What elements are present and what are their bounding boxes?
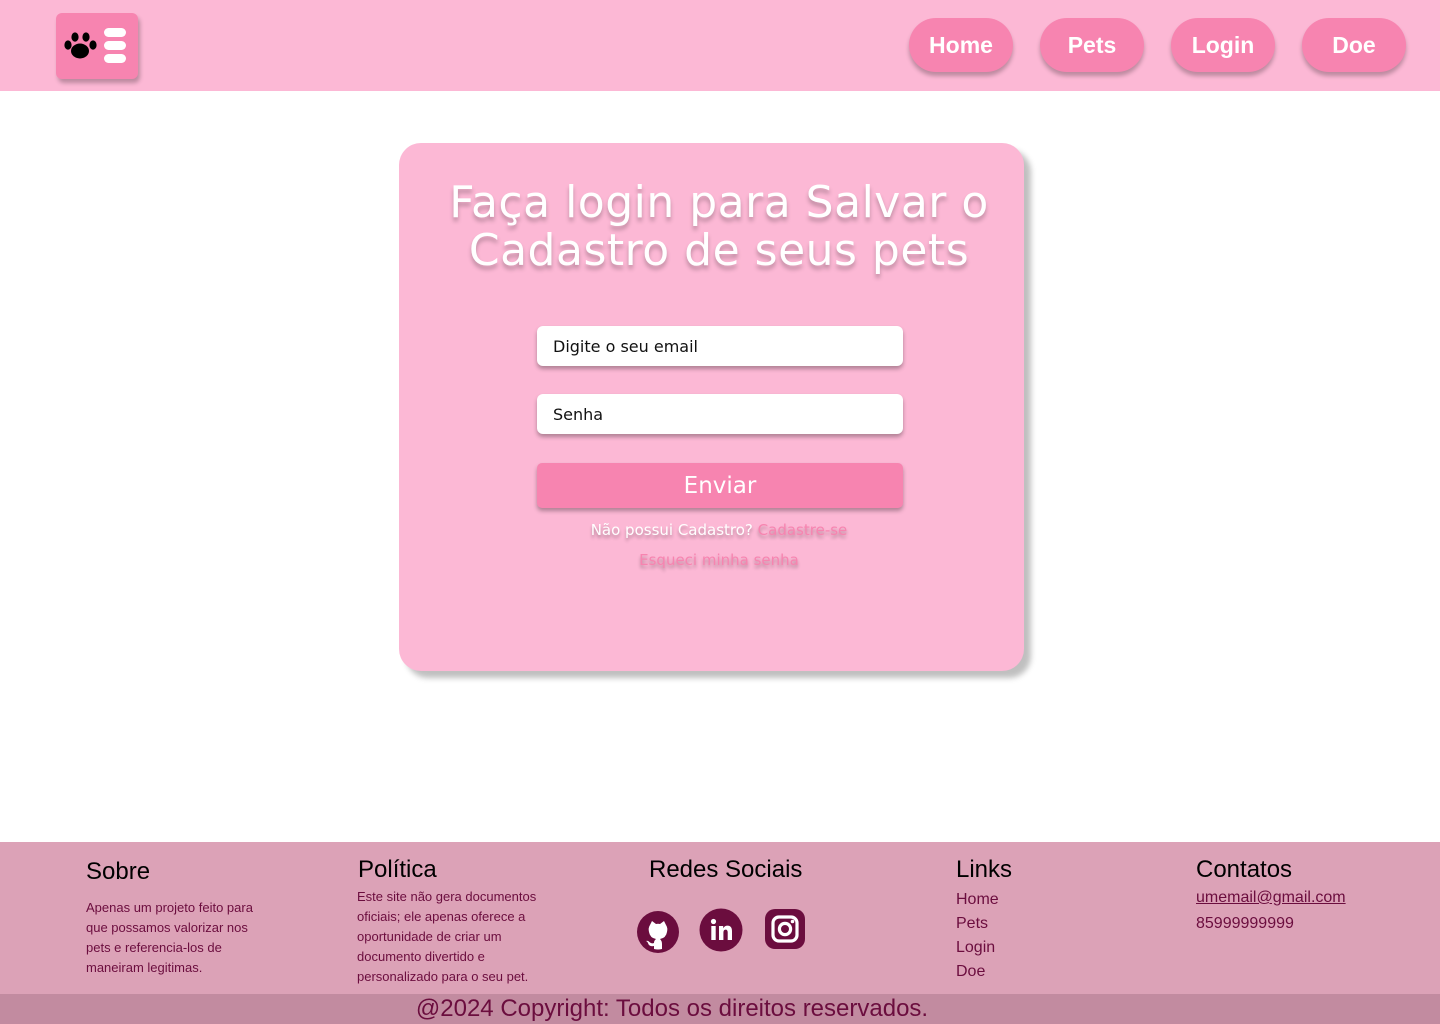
linkedin-icon[interactable] [699, 908, 743, 952]
contact-phone: 85999999999 [1196, 915, 1294, 932]
header: Home Pets Login Doe [0, 0, 1440, 91]
login-title-line1: Faça login para Salvar o [449, 177, 989, 228]
login-card: Faça login para Salvar o Cadastro de seu… [399, 143, 1024, 671]
about-line: que possamos valorizar nos [86, 920, 248, 935]
policy-heading: Política [358, 856, 437, 883]
github-icon[interactable] [636, 910, 680, 954]
policy-line: oportunidade de criar um [357, 929, 502, 944]
about-line: pets e referencia-los de [86, 940, 222, 955]
signup-prompt: Não possui Cadastro? Cadastre-se [399, 521, 1039, 539]
submit-button[interactable]: Enviar [537, 463, 903, 508]
nav-pets-button[interactable]: Pets [1040, 18, 1144, 72]
password-input[interactable] [537, 394, 903, 434]
paw-menu-icon[interactable] [56, 13, 138, 79]
about-heading: Sobre [86, 858, 151, 885]
links-heading: Links [956, 856, 1013, 883]
instagram-icon[interactable] [765, 909, 805, 949]
about-line: Apenas um projeto feito para [86, 900, 253, 915]
login-title: Faça login para Salvar o Cadastro de seu… [399, 179, 1039, 275]
about-line: maneiram legitimas. [86, 960, 203, 975]
copyright-bar: @2024 Copyright: Todos os direitos reser… [0, 994, 1440, 1024]
forgot-password-link[interactable]: Esqueci minha senha [399, 551, 1039, 569]
nav-doe-button[interactable]: Doe [1302, 18, 1406, 72]
contact-email-link[interactable]: umemail@gmail.com [1196, 889, 1346, 907]
policy-line: oficiais; ele apenas oferece a [357, 909, 526, 924]
signup-link[interactable]: Cadastre-se [758, 521, 848, 539]
nav-home-button[interactable]: Home [909, 18, 1013, 72]
no-account-text: Não possui Cadastro? [590, 521, 753, 539]
footer-link-pets[interactable]: Pets [956, 915, 988, 933]
social-heading: Redes Sociais [649, 856, 803, 883]
policy-line: personalizado para o seu pet. [357, 969, 529, 984]
login-title-line2: Cadastro de seus pets [468, 225, 970, 276]
contacts-heading: Contatos [1196, 856, 1293, 883]
nav-login-button[interactable]: Login [1171, 18, 1275, 72]
footer-link-home[interactable]: Home [956, 891, 999, 909]
policy-line: documento divertido e [357, 949, 485, 964]
policy-line: Este site não gera documentos [357, 889, 537, 904]
copyright-text: @2024 Copyright: Todos os direitos reser… [415, 995, 929, 1022]
footer-link-doe[interactable]: Doe [956, 963, 985, 981]
policy-text: Este site não gera documentos oficiais; … [357, 887, 597, 987]
about-text: Apenas um projeto feito para que possamo… [86, 898, 306, 978]
email-input[interactable] [537, 326, 903, 366]
footer: Sobre Apenas um projeto feito para que p… [0, 842, 1440, 994]
footer-link-login[interactable]: Login [956, 939, 995, 957]
